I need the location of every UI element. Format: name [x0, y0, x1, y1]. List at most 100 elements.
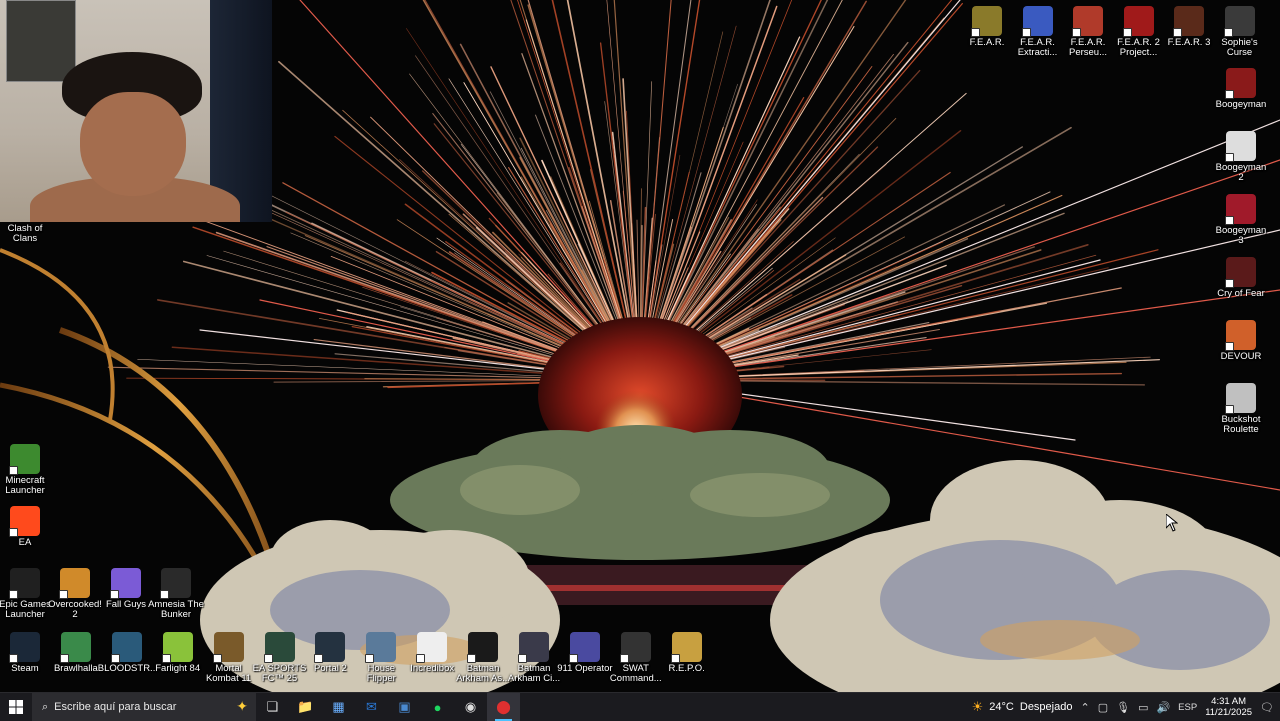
- desktop-icon[interactable]: Farlight 84: [149, 632, 207, 674]
- desktop-icon-label: BLOODSTR...: [98, 664, 156, 674]
- taskbar-app-button[interactable]: 📁: [289, 693, 322, 721]
- taskbar-app-button[interactable]: ✉: [355, 693, 388, 721]
- boogeyman-2-icon: [1226, 131, 1256, 161]
- taskbar-app-button[interactable]: ◉: [454, 693, 487, 721]
- desktop-icon[interactable]: Overcooked! 2: [46, 568, 104, 620]
- desktop-icon-label: DEVOUR: [1212, 352, 1270, 362]
- network-icon[interactable]: ▭: [1138, 701, 1148, 714]
- desktop-icon[interactable]: F.E.A.R.: [958, 6, 1016, 48]
- clock[interactable]: 4:31 AM 11/21/2025: [1205, 696, 1252, 718]
- mortal-kombat-icon: [214, 632, 244, 662]
- desktop-icon[interactable]: Boogeyman: [1212, 68, 1270, 110]
- taskbar-app-button[interactable]: ❏: [256, 693, 289, 721]
- devour-icon: [1226, 320, 1256, 350]
- desktop-icon[interactable]: 911 Operator: [556, 632, 614, 674]
- boogeyman-3-icon: [1226, 194, 1256, 224]
- ea-icon: [10, 506, 40, 536]
- desktop-icon-label: F.E.A.R.: [958, 38, 1016, 48]
- desktop-icon[interactable]: House Flipper: [352, 632, 410, 684]
- desktop-icon[interactable]: Clash of Clans: [0, 192, 54, 244]
- fear3-icon: [1174, 6, 1204, 36]
- desktop-icon[interactable]: F.E.A.R. 2 Project...: [1110, 6, 1168, 58]
- desktop-icon-label: Mortal Kombat 11: [200, 664, 258, 684]
- weather-widget[interactable]: ☀ 24°C Despejado: [972, 699, 1073, 715]
- desktop-icon-label: Incredibox: [403, 664, 461, 674]
- batman-city-icon: [519, 632, 549, 662]
- taskbar-app-button[interactable]: ▣: [388, 693, 421, 721]
- start-button[interactable]: [0, 693, 32, 721]
- obs-icon: ◉: [465, 699, 476, 715]
- buckshot-roulette-icon: [1226, 383, 1256, 413]
- desktop-icon[interactable]: EA: [0, 506, 54, 548]
- recording-app-icon: ⬤: [496, 699, 511, 715]
- house-flipper-icon: [366, 632, 396, 662]
- desktop-icon-label: Steam: [0, 664, 54, 674]
- desktop-icon-label: Cry of Fear: [1212, 289, 1270, 299]
- language-indicator[interactable]: ESP: [1178, 702, 1197, 713]
- search-placeholder: Escribe aquí para buscar: [54, 701, 176, 713]
- weather-temp: 24°C: [989, 701, 1014, 713]
- desktop-icon[interactable]: Boogeyman 2: [1212, 131, 1270, 183]
- taskbar-apps: ❏ 📁▦ ✉ ▣ ● ◉ ⬤: [256, 693, 520, 721]
- copilot-sparkle-icon: ✦: [236, 698, 248, 715]
- search-box[interactable]: ⌕ Escribe aquí para buscar ✦: [32, 693, 256, 721]
- desktop-icon[interactable]: Buckshot Roulette: [1212, 383, 1270, 435]
- desktop-icon[interactable]: Batman Arkham Ci...: [505, 632, 563, 684]
- ea-fc-icon: [265, 632, 295, 662]
- desktop-icon[interactable]: R.E.P.O.: [658, 632, 716, 674]
- desktop-icon[interactable]: SWAT Command...: [607, 632, 665, 684]
- chevron-up-icon[interactable]: ⌃: [1080, 701, 1089, 714]
- taskbar-app-button[interactable]: ●: [421, 693, 454, 721]
- desktop-icon-label: House Flipper: [352, 664, 410, 684]
- outlook-icon: ✉: [366, 699, 377, 715]
- steam-icon: [10, 632, 40, 662]
- desktop-icon-label: Boogeyman: [1212, 100, 1270, 110]
- desktop-icon[interactable]: Mortal Kombat 11: [200, 632, 258, 684]
- desktop-icon-label: EA: [0, 538, 54, 548]
- fall-guys-icon: [111, 568, 141, 598]
- wall-poster: [6, 0, 76, 82]
- desktop-icon-label: F.E.A.R. Perseu...: [1059, 38, 1117, 58]
- desktop-icon[interactable]: Brawlhalla: [47, 632, 105, 674]
- volume-icon[interactable]: 🔊: [1156, 701, 1170, 714]
- desktop-icon-label: Portal 2: [301, 664, 359, 674]
- desktop-icon[interactable]: Sophie's Curse: [1211, 6, 1269, 58]
- desktop-icon[interactable]: Amnesia The Bunker: [147, 568, 205, 620]
- desktop-icon[interactable]: F.E.A.R. Extracti...: [1009, 6, 1067, 58]
- desktop-icon[interactable]: Boogeyman 3: [1212, 194, 1270, 246]
- task-view-icon: ❏: [267, 699, 279, 715]
- portal-icon: [315, 632, 345, 662]
- incredibox-icon: [417, 632, 447, 662]
- desktop-icon[interactable]: Portal 2: [301, 632, 359, 674]
- taskbar: ⌕ Escribe aquí para buscar ✦ ❏ 📁▦ ✉ ▣ ● ◉ ⬤ ☀ …: [0, 692, 1280, 721]
- taskbar-app-button[interactable]: ⬤: [487, 693, 520, 721]
- desktop-icon[interactable]: Steam: [0, 632, 54, 674]
- desktop-icon[interactable]: Cry of Fear: [1212, 257, 1270, 299]
- desktop-icon[interactable]: F.E.A.R. 3: [1160, 6, 1218, 48]
- desktop-icon-label: Boogeyman 2: [1212, 163, 1270, 183]
- fear-extraction-icon: [1023, 6, 1053, 36]
- desktop-icon[interactable]: Minecraft Launcher: [0, 444, 54, 496]
- windows-logo-icon: [9, 700, 23, 714]
- bloodstrike-icon: [112, 632, 142, 662]
- desktop-icon-label: Sophie's Curse: [1211, 38, 1269, 58]
- desktop-icon[interactable]: BLOODSTR...: [98, 632, 156, 674]
- desktop-icon[interactable]: DEVOUR: [1212, 320, 1270, 362]
- microphone-icon[interactable]: 🎙: [1116, 701, 1130, 714]
- mouse-cursor-icon: [1166, 514, 1178, 532]
- desktop-icon-label: R.E.P.O.: [658, 664, 716, 674]
- overcooked-icon: [60, 568, 90, 598]
- desktop-icon[interactable]: Incredibox: [403, 632, 461, 674]
- taskbar-app-button[interactable]: ▦: [322, 693, 355, 721]
- 911-operator-icon: [570, 632, 600, 662]
- farlight-icon: [163, 632, 193, 662]
- desktop-icon-label: Boogeyman 3: [1212, 226, 1270, 246]
- system-tray: ☀ 24°C Despejado ⌃ ▢ 🎙 ▭ 🔊 ESP 4:31 AM 1…: [972, 693, 1280, 721]
- tray-app-icon[interactable]: ▢: [1098, 701, 1108, 714]
- amnesia-icon: [161, 568, 191, 598]
- notifications-icon[interactable]: 🗨: [1260, 701, 1274, 714]
- desktop-icon[interactable]: Batman Arkham As...: [454, 632, 512, 684]
- desktop-icon[interactable]: EA SPORTS FC™ 25: [251, 632, 309, 684]
- desktop-icon[interactable]: F.E.A.R. Perseu...: [1059, 6, 1117, 58]
- spotify-icon: ●: [434, 700, 442, 715]
